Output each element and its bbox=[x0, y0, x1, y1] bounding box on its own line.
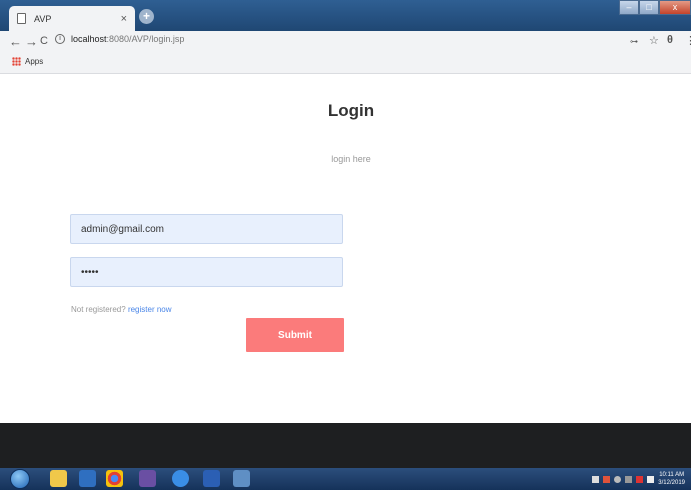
media-player-icon[interactable] bbox=[79, 470, 96, 487]
security-icon[interactable] bbox=[603, 475, 611, 483]
minimize-button[interactable]: – bbox=[619, 0, 639, 15]
login-page: Login login here Not registered? registe… bbox=[0, 74, 691, 423]
flag-icon[interactable] bbox=[592, 475, 600, 483]
maximize-button[interactable]: □ bbox=[639, 0, 659, 15]
windows-taskbar: 10:11 AM 3/12/2019 bbox=[0, 468, 691, 490]
internet-explorer-icon[interactable] bbox=[172, 470, 189, 487]
apps-label: Apps bbox=[25, 57, 44, 66]
key-icon[interactable]: ⊶ bbox=[630, 37, 638, 46]
password-field[interactable] bbox=[70, 257, 343, 287]
apps-grid-icon bbox=[12, 57, 21, 66]
browser-toolbar: ← → C i localhost:8080/AVP/login.jsp ⊶ ☆… bbox=[0, 31, 691, 53]
menu-icon[interactable]: ⋮ bbox=[685, 34, 691, 47]
page-title: Login bbox=[327, 101, 375, 120]
chrome-icon[interactable] bbox=[106, 470, 123, 487]
page-subtitle: login here bbox=[331, 154, 371, 164]
file-explorer-icon[interactable] bbox=[50, 470, 67, 487]
reload-icon[interactable]: C bbox=[40, 35, 48, 47]
update-icon[interactable] bbox=[614, 475, 622, 483]
close-tab-icon[interactable]: × bbox=[121, 13, 127, 25]
email-field[interactable] bbox=[70, 214, 343, 244]
tab-title: AVP bbox=[34, 13, 52, 24]
word-icon[interactable] bbox=[203, 470, 220, 487]
forward-arrow-icon[interactable]: → bbox=[25, 34, 38, 49]
info-icon[interactable]: i bbox=[55, 34, 65, 44]
not-registered-text: Not registered? bbox=[71, 305, 126, 314]
page-icon bbox=[17, 13, 26, 24]
register-link[interactable]: register now bbox=[128, 305, 172, 314]
browser-tab[interactable]: AVP × bbox=[9, 6, 135, 31]
new-tab-button[interactable]: + bbox=[139, 9, 154, 24]
page-footer-bar bbox=[0, 423, 691, 468]
taskbar-clock[interactable]: 10:11 AM 3/12/2019 bbox=[658, 471, 685, 487]
clock-date: 3/12/2019 bbox=[658, 480, 685, 486]
network-icon[interactable] bbox=[625, 475, 633, 483]
start-orb-icon[interactable] bbox=[10, 469, 30, 489]
back-arrow-icon[interactable]: ← bbox=[9, 34, 22, 49]
clock-time: 10:11 AM bbox=[659, 472, 685, 478]
visual-studio-icon[interactable] bbox=[139, 470, 156, 487]
window-controls: – □ x bbox=[619, 0, 691, 15]
app-icon[interactable] bbox=[233, 470, 250, 487]
system-tray: 10:11 AM 3/12/2019 bbox=[592, 471, 685, 487]
url-path: :8080/AVP/login.jsp bbox=[106, 34, 185, 44]
apps-shortcut[interactable]: Apps bbox=[12, 57, 43, 66]
browser-title-bar: AVP × + – □ x bbox=[0, 0, 691, 31]
close-window-button[interactable]: x bbox=[659, 0, 691, 15]
address-bar[interactable]: i localhost:8080/AVP/login.jsp bbox=[55, 34, 184, 44]
bookmark-star-icon[interactable]: ☆ bbox=[649, 34, 659, 47]
bookmarks-bar: Apps bbox=[0, 53, 691, 74]
register-prompt: Not registered? register now bbox=[71, 305, 172, 314]
url-host: localhost bbox=[71, 34, 107, 44]
submit-button[interactable]: Submit bbox=[246, 318, 344, 352]
volume-icon[interactable] bbox=[647, 475, 655, 483]
profile-icon[interactable]: θ bbox=[667, 34, 673, 46]
alert-icon[interactable] bbox=[636, 475, 644, 483]
